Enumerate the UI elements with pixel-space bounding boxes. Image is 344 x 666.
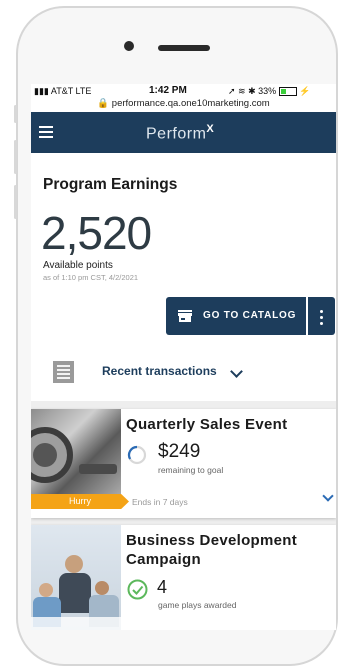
promotion-image-gym (31, 409, 121, 504)
location-icon: ➚ (228, 86, 239, 96)
recent-transactions-toggle[interactable]: Recent transactions (102, 364, 217, 378)
charging-icon: ⚡ (296, 86, 311, 96)
points-balance: 2,520 (41, 207, 152, 259)
as-of-timestamp: as of 1:10 pm CST, 4/2/2021 (43, 273, 139, 282)
catalog-button-label: GO TO CATALOG (203, 310, 297, 321)
lock-icon: 🔒 (97, 98, 112, 109)
promotion-title[interactable]: Quarterly Sales Event (126, 416, 287, 433)
hurry-badge: Hurry (31, 494, 129, 509)
more-options-button[interactable] (308, 297, 335, 335)
go-to-catalog-button[interactable]: GO TO CATALOG (166, 297, 306, 335)
status-right: ➚ ≋ ✱ 33% ⚡ (228, 86, 310, 97)
volume-down-button (14, 185, 17, 219)
progress-ring-icon (127, 445, 147, 465)
receipt-icon (53, 361, 74, 383)
points-label: Available points (43, 260, 113, 271)
promotion-subtext: game plays awarded (158, 600, 237, 610)
ends-in-text: Ends in 7 days (132, 497, 188, 507)
clock: 1:42 PM (149, 85, 187, 96)
store-icon (178, 310, 192, 322)
promotion-subtext: remaining to goal (158, 465, 224, 475)
app-header: PerformX (31, 112, 336, 153)
wifi-icon: ≋ (238, 86, 249, 96)
url-text: performance.qa.one10marketing.com (111, 98, 270, 109)
side-button (14, 105, 17, 123)
battery-percent: 33% (258, 86, 277, 96)
brand-logo[interactable]: PerformX (146, 123, 214, 143)
brand-mark: X (206, 123, 215, 135)
carrier-label: ▮▮▮ AT&T LTE (34, 86, 91, 97)
more-vert-icon (308, 297, 335, 325)
brand-text: Perform (146, 125, 207, 143)
carrier-text: AT&T LTE (50, 86, 92, 96)
status-bar: ▮▮▮ AT&T LTE 1:42 PM ➚ ≋ ✱ 33% ⚡ (31, 84, 336, 98)
address-bar[interactable]: 🔒 performance.qa.one10marketing.com (31, 98, 336, 109)
earnings-title: Program Earnings (43, 176, 178, 193)
battery-icon (278, 87, 297, 97)
bluetooth-icon: ✱ (248, 86, 259, 96)
phone-screen: ▮▮▮ AT&T LTE 1:42 PM ➚ ≋ ✱ 33% ⚡ 🔒 perfo… (31, 84, 336, 630)
promotion-value: $249 (158, 441, 201, 462)
speaker-grille (158, 45, 210, 51)
promotion-title[interactable]: Business Development Campaign (126, 531, 326, 569)
promotion-value: 4 (157, 577, 168, 597)
menu-icon[interactable] (39, 126, 53, 138)
signal-icon: ▮▮▮ (34, 86, 51, 96)
front-camera (124, 41, 134, 51)
promotion-image-team (31, 525, 121, 630)
check-circle-icon (127, 579, 148, 600)
volume-up-button (14, 140, 17, 174)
